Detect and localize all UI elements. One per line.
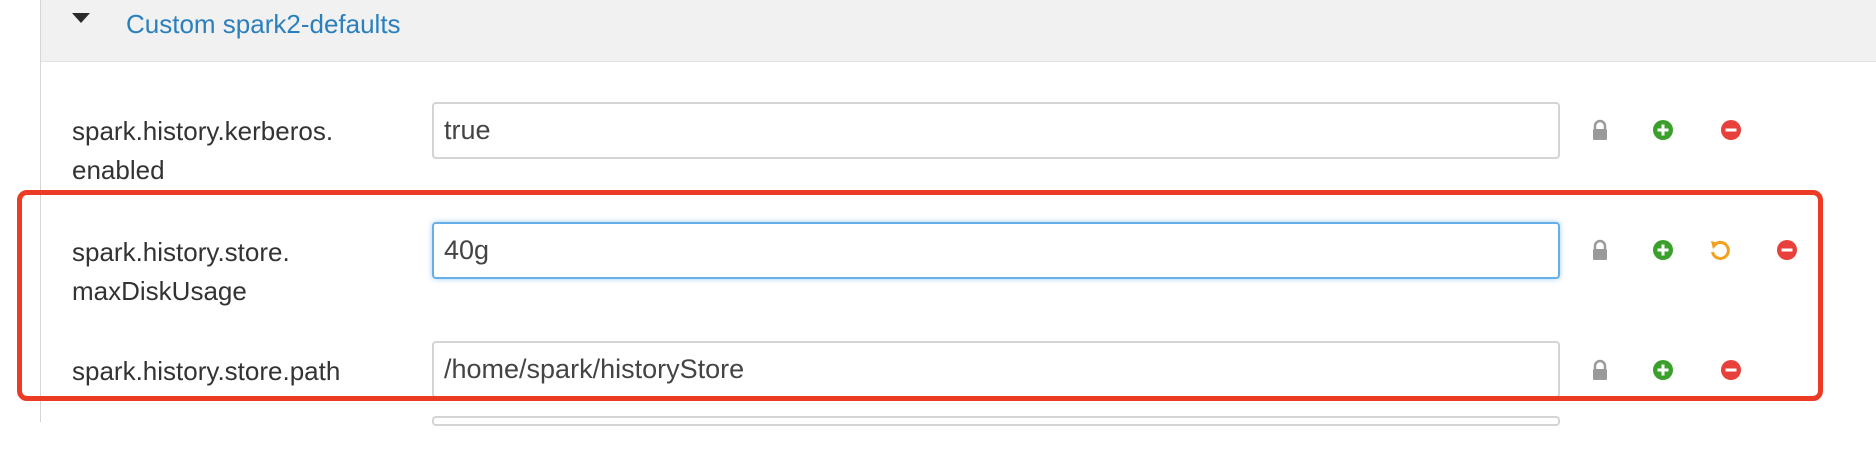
undo-icon[interactable] <box>1709 239 1731 261</box>
property-value-input[interactable] <box>432 341 1560 398</box>
property-name-part: spark.history.store. <box>72 237 290 267</box>
property-value-input[interactable] <box>432 102 1560 159</box>
lock-icon[interactable] <box>1589 359 1611 381</box>
property-name: spark.history.store.path <box>72 352 402 391</box>
minus-circle-icon[interactable] <box>1720 359 1742 381</box>
property-row-store-path: spark.history.store.path <box>0 341 1876 470</box>
section-title[interactable]: Custom spark2-defaults <box>126 8 401 40</box>
minus-circle-icon[interactable] <box>1776 239 1798 261</box>
plus-circle-icon[interactable] <box>1652 239 1674 261</box>
property-name-part: spark.history.kerberos. <box>72 116 334 146</box>
lock-icon[interactable] <box>1589 119 1611 141</box>
lock-icon[interactable] <box>1589 239 1611 261</box>
property-name-part: enabled <box>72 155 165 185</box>
property-row-store-maxdiskusage: spark.history.store. maxDiskUsage <box>0 222 1876 351</box>
plus-circle-icon[interactable] <box>1652 119 1674 141</box>
property-value-input[interactable] <box>432 222 1560 279</box>
minus-circle-icon[interactable] <box>1720 119 1742 141</box>
caret-down-icon[interactable] <box>72 13 90 23</box>
next-property-input-partial[interactable] <box>432 416 1560 426</box>
property-name-part: spark.history.store.path <box>72 356 341 386</box>
plus-circle-icon[interactable] <box>1652 359 1674 381</box>
property-name-part: maxDiskUsage <box>72 276 247 306</box>
property-name: spark.history.store. maxDiskUsage <box>72 233 402 311</box>
property-name: spark.history.kerberos. enabled <box>72 112 402 190</box>
property-row-kerberos-enabled: spark.history.kerberos. enabled <box>0 102 1876 230</box>
